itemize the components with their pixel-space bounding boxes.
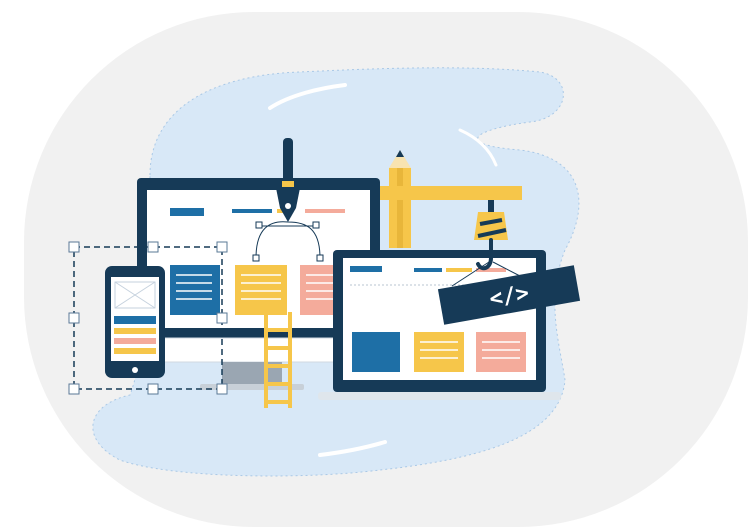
smartphone-icon xyxy=(105,266,165,378)
illustration-canvas: </> xyxy=(24,12,748,527)
laptop-icon xyxy=(318,250,561,400)
